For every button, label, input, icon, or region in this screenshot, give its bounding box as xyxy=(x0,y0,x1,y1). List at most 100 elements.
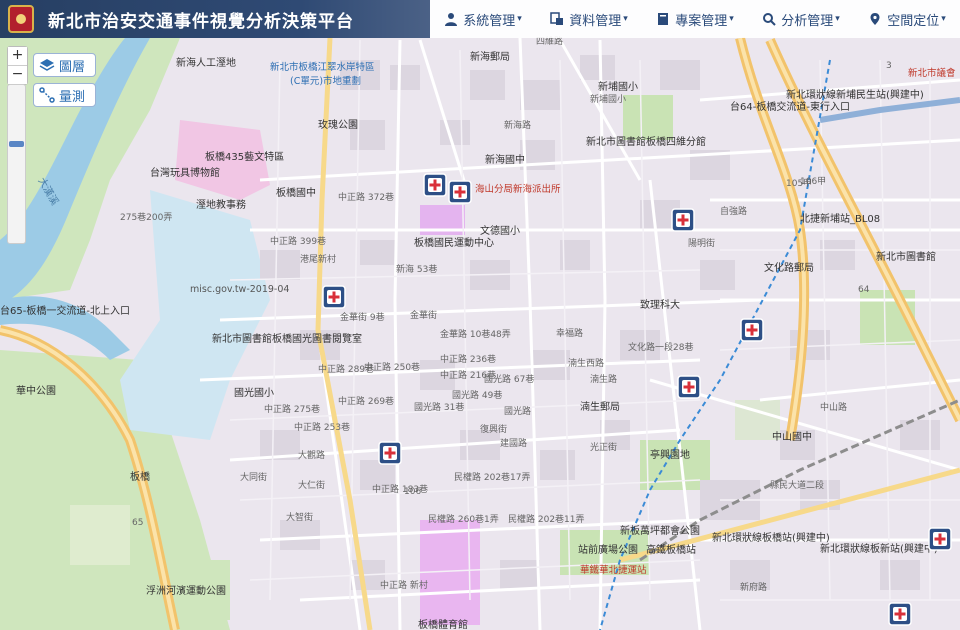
poi-label: 板橋435藝文特區 xyxy=(205,150,284,163)
road-label: 幸福路 xyxy=(556,327,583,339)
chevron-down-icon: ▾ xyxy=(835,14,840,24)
poi-label: 致理科大 xyxy=(640,298,680,311)
map-watermark: misc.gov.tw-2019-04 xyxy=(190,284,289,295)
poi-label: 高鐵板橋站 xyxy=(646,543,696,556)
road-label: 中山路 xyxy=(820,401,847,413)
poi-label: 國光國小 xyxy=(234,386,274,399)
incident-marker[interactable] xyxy=(888,602,912,626)
data-icon xyxy=(550,12,564,25)
road-label: 中正路 236巷 xyxy=(440,353,496,365)
zoom-slider[interactable] xyxy=(7,84,26,244)
poi-label: 新北市板橋江翠水岸特區 xyxy=(270,61,375,73)
road-label: 金華街 xyxy=(410,309,437,321)
road-label: 國光路 49巷 xyxy=(452,389,502,401)
incident-marker[interactable] xyxy=(423,173,447,197)
menu-spatial-positioning[interactable]: 空間定位 ▾ xyxy=(868,10,946,29)
road-label: 新海 53巷 xyxy=(396,263,437,275)
menu-analysis-management[interactable]: 分析管理 ▾ xyxy=(762,10,840,29)
search-icon xyxy=(763,13,776,26)
road-label: 復興街 xyxy=(480,423,507,435)
menu-system-management[interactable]: 系統管理 ▾ xyxy=(444,10,522,29)
road-label: 縣民大道二段 xyxy=(770,479,824,491)
poi-label: 華鐵華北捷運站 xyxy=(580,564,647,576)
chevron-down-icon: ▾ xyxy=(941,14,946,24)
poi-label: 文化路郵局 xyxy=(764,261,814,274)
road-label: 自強路 xyxy=(720,205,747,217)
layers-icon xyxy=(39,59,55,71)
road-label: 中正路 372巷 xyxy=(338,191,394,203)
menu-label: 空間定位 xyxy=(887,13,940,29)
road-label: 民權路 260巷1弄 xyxy=(428,513,499,525)
poi-label: 亭興園地 xyxy=(650,448,690,461)
road-label: 106甲 xyxy=(800,176,826,187)
road-label: 新埔國小 xyxy=(590,93,626,105)
incident-marker[interactable] xyxy=(740,318,764,342)
zoom-in-button[interactable]: + xyxy=(8,47,27,65)
poi-label: 板橋體育館 xyxy=(418,618,468,630)
road-label: 大同街 xyxy=(240,471,267,483)
poi-label: 浮洲河濱運動公園 xyxy=(146,584,226,597)
incident-marker[interactable] xyxy=(677,375,701,399)
road-label: 中正路 275巷 xyxy=(264,403,320,415)
menu-label: 系統管理 xyxy=(463,13,516,29)
menu-data-management[interactable]: 資料管理 ▾ xyxy=(550,10,628,29)
road-label: 建國路 xyxy=(500,437,527,449)
incident-marker[interactable] xyxy=(448,180,472,204)
road-label: 陽明街 xyxy=(688,237,715,249)
menu-label: 資料管理 xyxy=(569,13,622,29)
chevron-down-icon: ▾ xyxy=(517,14,522,24)
incident-marker[interactable] xyxy=(928,527,952,551)
incident-marker[interactable] xyxy=(322,285,346,309)
police-badge-icon xyxy=(8,5,34,33)
main-menu: 系統管理 ▾ 資料管理 ▾ 專案管理 ▾ 分析管理 ▾ 空間定位 ▾ xyxy=(430,0,960,38)
road-label: 中正路 399巷 xyxy=(270,235,326,247)
road-label: 民權路 202巷17弄 xyxy=(454,471,531,483)
menu-label: 分析管理 xyxy=(781,13,834,29)
road-label: 新海路 xyxy=(504,119,531,131)
road-label: 106 xyxy=(404,487,421,497)
road-label: 金華街 9巷 xyxy=(340,311,385,323)
poi-label: 站前廣場公園 xyxy=(578,543,638,556)
measure-icon xyxy=(39,87,55,103)
measure-button[interactable]: 量測 xyxy=(33,83,96,107)
zoom-out-button[interactable]: − xyxy=(8,65,27,84)
map-canvas[interactable]: 新海人工溼地 新北市板橋江翠水岸特區 (C單元)市地重劃 玫瑰公園 板橋435藝… xyxy=(0,0,960,630)
title-bar: 新北市治安交通事件視覺分析決策平台 xyxy=(0,0,430,38)
map-pin-icon xyxy=(870,13,880,25)
road-label: 中正路 253巷 xyxy=(294,421,350,433)
poi-label: 新北市議會 xyxy=(908,67,956,79)
menu-project-management[interactable]: 專案管理 ▾ xyxy=(656,10,734,29)
poi-label: 台灣玩具博物館 xyxy=(150,166,220,179)
poi-label: 湳生郵局 xyxy=(580,400,620,413)
road-label: 光正街 xyxy=(590,441,617,453)
layers-button[interactable]: 圖層 xyxy=(33,53,96,77)
poi-label: 台64-板橋交流道-東行入口 xyxy=(730,100,850,113)
road-label: 大智街 xyxy=(286,511,313,523)
chevron-down-icon: ▾ xyxy=(623,14,628,24)
park-1 xyxy=(623,95,673,140)
road-label: 中正路 新村 xyxy=(380,579,428,591)
road-label: 湳生路 xyxy=(590,373,617,385)
layers-label: 圖層 xyxy=(59,59,86,75)
poi-label: 新埔國小 xyxy=(598,80,638,93)
poi-label: 新北市圖書館板橋四維分館 xyxy=(586,135,706,148)
poi-label: 板橋國中 xyxy=(276,186,316,199)
road-label: 275巷200弄 xyxy=(120,212,172,223)
poi-label: (C單元)市地重劃 xyxy=(290,75,361,87)
incident-marker[interactable] xyxy=(671,208,695,232)
road-label: 新府路 xyxy=(740,581,767,593)
poi-label: 玫瑰公園 xyxy=(318,118,358,131)
road-label: 國光路 xyxy=(504,405,531,417)
user-icon xyxy=(445,13,458,26)
zoom-slider-handle[interactable] xyxy=(9,141,24,147)
poi-label: 板橋國民運動中心 xyxy=(414,236,494,249)
park-6 xyxy=(70,505,130,565)
poi-label: 新北市圖書館板橋國光圖書閱覽室 xyxy=(212,332,362,345)
road-label: 中正路 269巷 xyxy=(338,395,394,407)
road-label: 大仁街 xyxy=(298,479,325,491)
poi-label: 新北環狀線板新站(興建中) xyxy=(820,542,938,555)
incident-marker[interactable] xyxy=(378,441,402,465)
poi-label: 新板萬坪都會公園 xyxy=(620,524,700,537)
road-label: 65 xyxy=(132,518,143,528)
poi-label: 海山分局新海派出所 xyxy=(475,183,561,195)
